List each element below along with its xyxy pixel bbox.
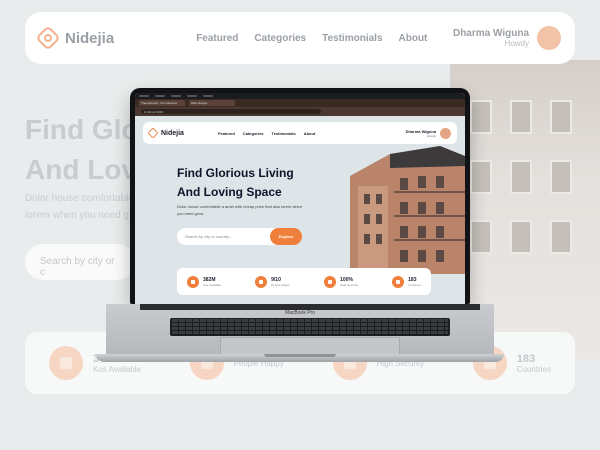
explore-button[interactable]: Explore	[270, 228, 302, 245]
background-stat-value: 183	[516, 352, 536, 365]
laptop-screen: Themeforest - Item Review Web Design loc…	[135, 93, 465, 304]
nav-featured[interactable]: Featured	[218, 131, 235, 136]
nav-about[interactable]: About	[304, 131, 316, 136]
site-logo[interactable]: Nidejia	[147, 127, 184, 139]
logo-icon	[35, 25, 61, 51]
background-user-name: Dharma Wiguna	[452, 28, 529, 39]
laptop-deck: MacBook Pro	[106, 304, 494, 354]
nav-categories[interactable]: Categories	[243, 131, 264, 136]
website-viewport: Nidejia Featured Categories Testimonials…	[135, 116, 465, 304]
nav-testimonials[interactable]: Testimonials	[272, 131, 296, 136]
stat-label: Countries	[408, 282, 421, 287]
keyboard	[170, 318, 450, 336]
background-brand-name: Nidejia	[65, 29, 115, 47]
site-navbar: Nidejia Featured Categories Testimonials…	[143, 122, 457, 144]
background-nav-about: About	[398, 32, 428, 44]
shield-icon	[324, 275, 337, 288]
browser-toolbar: localhost:3000	[135, 107, 465, 116]
stat-people-happy: 9/10 People Happy	[255, 275, 290, 288]
background-user-greeting: Howdy	[504, 39, 529, 48]
hero-title: Find Glorious Living And Loving Space	[177, 164, 294, 202]
house-icon	[49, 346, 83, 380]
background-hero-description: Dolor house comfortable lorem when you n…	[25, 190, 134, 224]
search-placeholder: Search by city or country...	[185, 234, 233, 239]
user-profile[interactable]: Dharma Wiguna Howdy	[405, 127, 451, 139]
stat-label: People Happy	[271, 282, 290, 287]
address-bar[interactable]: localhost:3000	[141, 109, 321, 114]
background-desc-line-1: Dolor house comfortable	[25, 193, 134, 204]
stat-kos-available: 382M Kos Available	[187, 275, 221, 288]
browser-tab-2[interactable]: Web Design	[189, 100, 235, 106]
background-stat-label: Countries	[516, 364, 551, 374]
stats-bar: 382M Kos Available 9/10 People Happy 100…	[177, 268, 431, 295]
background-hero-title: Find Glo And Lov	[25, 110, 139, 190]
site-brand-name: Nidejia	[161, 129, 184, 137]
background-hero-line-2: And Lov	[25, 154, 137, 185]
globe-icon	[392, 275, 405, 288]
building-image	[350, 146, 465, 274]
background-desc-line-2: lorem when you need g	[25, 210, 129, 221]
laptop-notch	[264, 354, 336, 357]
hero-title-line-2: And Loving Space	[177, 185, 282, 199]
avatar[interactable]	[440, 127, 451, 139]
trackpad	[220, 337, 400, 354]
background-nav-testimonials: Testimonials	[322, 32, 383, 44]
device-label: MacBook Pro	[284, 310, 315, 316]
background-nav-categories: Categories	[254, 32, 307, 44]
background-hero-line-1: Find Glo	[25, 114, 139, 145]
hero-title-line-1: Find Glorious Living	[177, 166, 294, 180]
logo-icon	[147, 127, 159, 139]
background-logo: Nidejia	[35, 25, 115, 51]
browser-tab-1[interactable]: Themeforest - Item Review	[139, 100, 185, 106]
browser-tab-bar: Themeforest - Item Review Web Design	[135, 99, 465, 107]
laptop-base: MacBook Pro	[96, 304, 504, 362]
hero-description: Dolor house comfortable a amet with chea…	[177, 204, 302, 216]
smile-icon	[255, 275, 268, 288]
background-nav-featured: Featured	[196, 32, 239, 44]
stat-high-security: 100% High Security	[324, 275, 358, 288]
background-navbar: Nidejia Featured Categories Testimonials…	[25, 12, 575, 64]
stat-label: Kos Available	[203, 282, 221, 287]
stat-label: High Security	[340, 282, 358, 287]
search-input[interactable]: Search by city or country... Explore	[177, 228, 302, 245]
stat-countries: 183 Countries	[392, 275, 421, 288]
background-stat-label: Kos Available	[93, 364, 141, 374]
house-icon	[187, 275, 199, 288]
background-search-input: Search by city or c	[25, 244, 135, 280]
background-avatar	[537, 26, 561, 50]
user-name: Dharma Wiguna	[405, 128, 436, 134]
background-user-profile: Dharma Wiguna Howdy	[453, 26, 561, 50]
laptop-display: Themeforest - Item Review Web Design loc…	[130, 88, 470, 304]
user-greeting: Howdy	[426, 133, 436, 138]
